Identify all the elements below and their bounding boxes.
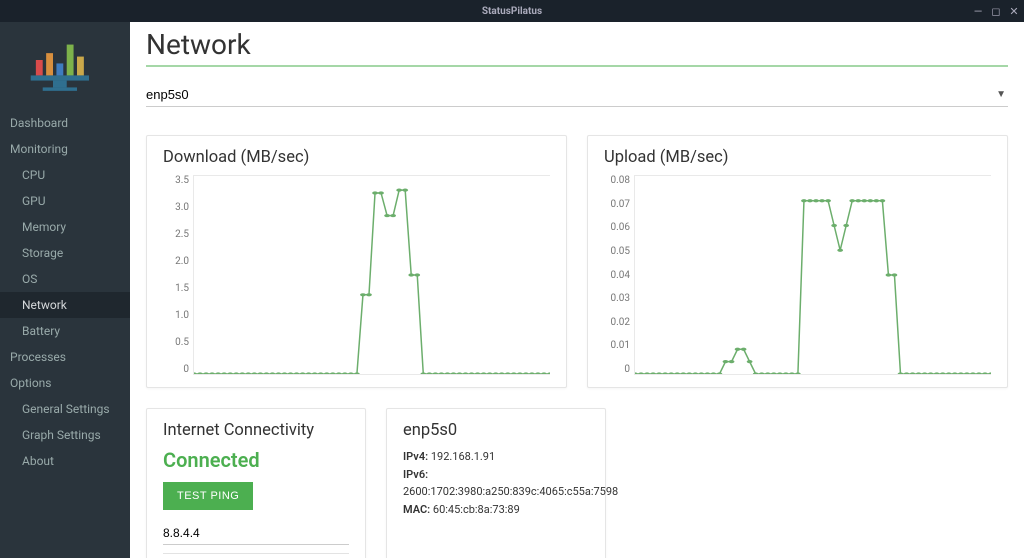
upload-chart-title: Upload (MB/sec) [604,148,991,167]
y-tick: 0.08 [604,175,630,186]
interface-details: IPv4: 192.168.1.91 IPv6: 2600:1702:3980:… [403,448,589,518]
y-tick: 0.06 [604,222,630,233]
nav-item-gpu[interactable]: GPU [0,188,130,214]
titlebar: StatusPilatus — ◻ ✕ [0,0,1024,22]
minimize-icon[interactable]: — [972,5,984,18]
nav-section-processes[interactable]: Processes [0,344,130,370]
ipv6-label: IPv6: [403,468,428,481]
y-tick: 0 [163,364,189,375]
sidebar: DashboardMonitoringCPUGPUMemoryStorageOS… [0,22,130,558]
nav-item-network[interactable]: Network [0,292,130,318]
page-title: Network [146,28,1008,61]
download-chart-card: Download (MB/sec) 3.5 3.0 2.5 2.0 1.5 1.0 0.5 0 [146,135,567,388]
ping-note: Note: pinging only works with ip adresse… [163,553,349,558]
y-tick: 2.5 [163,229,189,240]
ipv4-label: IPv4: [403,450,428,463]
main-content: Network ▼ Download (MB/sec) 3.5 3.0 2.5 2.0… [130,22,1024,558]
upload-chart-card: Upload (MB/sec) 0.08 0.07 0.06 0.05 0.04 0.03… [587,135,1008,388]
window-controls: — ◻ ✕ [972,5,1020,18]
mac-value: 60:45:cb:8a:73:89 [433,503,520,516]
title-underline [146,65,1008,67]
close-icon[interactable]: ✕ [1008,5,1020,18]
window-title: StatusPilatus [0,6,1024,17]
y-tick: 0.04 [604,270,630,281]
nav-section-monitoring[interactable]: Monitoring [0,136,130,162]
nav-section-dashboard[interactable]: Dashboard [0,110,130,136]
chevron-down-icon[interactable]: ▼ [996,89,1008,100]
mac-label: MAC: [403,503,430,516]
nav-section-options[interactable]: Options [0,370,130,396]
y-tick: 3.0 [163,202,189,213]
connectivity-heading: Internet Connectivity [163,421,349,440]
nav-item-battery[interactable]: Battery [0,318,130,344]
interface-select[interactable] [146,83,996,106]
y-tick: 0.5 [163,337,189,348]
connectivity-status: Connected [163,448,349,472]
app-logo [0,22,130,110]
ipv6-value: 2600:1702:3980:a250:839c:4065:c55a:7598 [403,485,618,498]
connectivity-card: Internet Connectivity Connected TEST PIN… [146,408,366,558]
download-chart-title: Download (MB/sec) [163,148,550,167]
nav-item-general-settings[interactable]: General Settings [0,396,130,422]
download-chart: 3.5 3.0 2.5 2.0 1.5 1.0 0.5 0 [163,175,550,375]
y-tick: 0.03 [604,293,630,304]
y-tick: 0.07 [604,199,630,210]
nav-item-storage[interactable]: Storage [0,240,130,266]
bar-chart-on-monitor-icon [29,36,101,96]
interface-details-card: enp5s0 IPv4: 192.168.1.91 IPv6: 2600:170… [386,408,606,558]
y-tick: 1.5 [163,283,189,294]
sidebar-nav: DashboardMonitoringCPUGPUMemoryStorageOS… [0,110,130,474]
upload-chart: 0.08 0.07 0.06 0.05 0.04 0.03 0.02 0.01 0 [604,175,991,375]
y-tick: 0.01 [604,340,630,351]
nav-item-memory[interactable]: Memory [0,214,130,240]
test-ping-button[interactable]: TEST PING [163,482,253,510]
nav-item-graph-settings[interactable]: Graph Settings [0,422,130,448]
y-tick: 0.02 [604,317,630,328]
y-tick: 1.0 [163,310,189,321]
interface-details-heading: enp5s0 [403,421,589,440]
maximize-icon[interactable]: ◻ [990,5,1002,18]
y-tick: 3.5 [163,175,189,186]
y-tick: 0.05 [604,246,630,257]
y-tick: 2.0 [163,256,189,267]
interface-select-row: ▼ [146,83,1008,107]
y-tick: 0 [604,364,630,375]
nav-item-os[interactable]: OS [0,266,130,292]
ping-target-input[interactable] [163,522,349,545]
nav-item-about[interactable]: About [0,448,130,474]
nav-item-cpu[interactable]: CPU [0,162,130,188]
ipv4-value: 192.168.1.91 [431,450,495,463]
